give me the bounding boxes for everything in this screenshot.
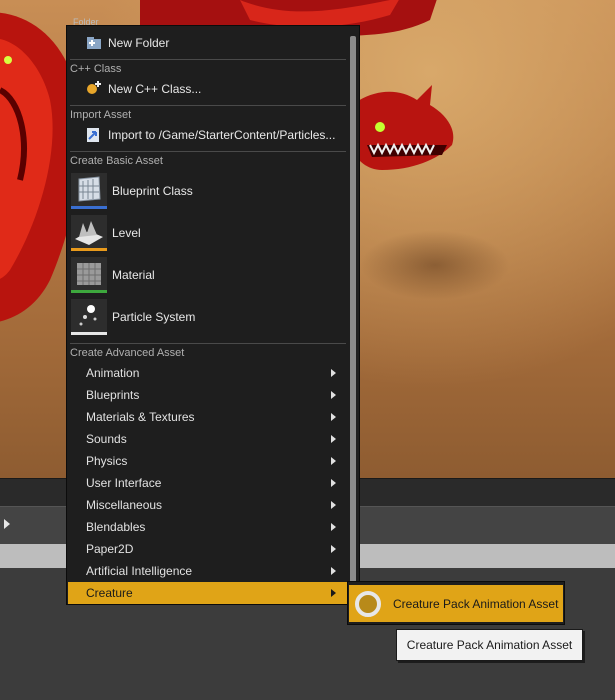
menu-scrollbar[interactable] [350, 36, 356, 592]
import-to-item[interactable]: Import to /Game/StarterContent/Particles… [85, 125, 335, 145]
new-folder-item[interactable]: New Folder [85, 33, 169, 53]
creature-pack-animation-asset-label: Creature Pack Animation Asset [393, 596, 559, 611]
divider [70, 105, 346, 106]
submenu-artificial-intelligence[interactable]: Artificial Intelligence [68, 560, 350, 582]
ground-shadow [360, 230, 510, 300]
tooltip-text: Creature Pack Animation Asset [406, 638, 573, 652]
create-advanced-asset-header: Create Advanced Asset [70, 347, 185, 359]
chevron-right-icon [331, 435, 336, 443]
submenu-creature[interactable]: Creature [68, 582, 350, 604]
chevron-right-icon [331, 369, 336, 377]
dragon-right-graphic [352, 85, 454, 170]
chevron-right-icon [331, 501, 336, 509]
submenu-label: Creature [86, 586, 133, 600]
creature-submenu: Creature Pack Animation Asset [347, 581, 565, 625]
material-label: Material [112, 268, 155, 282]
folder-plus-icon [85, 35, 103, 51]
submenu-label: Blueprints [86, 388, 140, 402]
blueprint-class-icon [71, 173, 107, 209]
creature-ring-icon [355, 590, 381, 617]
chevron-right-icon [331, 457, 336, 465]
import-icon [85, 127, 103, 143]
level-icon [71, 215, 107, 251]
submenu-label: Physics [86, 454, 128, 468]
import-asset-header: Import Asset [70, 109, 132, 121]
submenu-materials-textures[interactable]: Materials & Textures [68, 406, 350, 428]
submenu-animation[interactable]: Animation [68, 362, 350, 384]
play-arrow-icon[interactable] [4, 519, 10, 529]
divider [70, 59, 346, 60]
new-cpp-class-item[interactable]: New C++ Class... [85, 79, 201, 99]
particle-system-icon [71, 299, 107, 335]
chevron-right-icon [331, 479, 336, 487]
cpp-class-header: C++ Class [70, 63, 122, 75]
submenu-label: Materials & Textures [86, 410, 195, 424]
submenu-blueprints[interactable]: Blueprints [68, 384, 350, 406]
blueprint-class-item[interactable]: Blueprint Class [71, 172, 349, 210]
submenu-label: Artificial Intelligence [86, 564, 193, 578]
submenu-blendables[interactable]: Blendables [68, 516, 350, 538]
submenu-label: Paper2D [86, 542, 134, 556]
chevron-right-icon [331, 413, 336, 421]
divider [70, 151, 346, 152]
level-item[interactable]: Level [71, 214, 349, 252]
submenu-paper2d[interactable]: Paper2D [68, 538, 350, 560]
particle-system-label: Particle System [112, 310, 196, 324]
chevron-right-icon [331, 523, 336, 531]
chevron-right-icon [331, 567, 336, 575]
submenu-miscellaneous[interactable]: Miscellaneous [68, 494, 350, 516]
new-cpp-class-label: New C++ Class... [108, 82, 202, 96]
level-label: Level [112, 226, 141, 240]
import-to-label: Import to /Game/StarterContent/Particles… [108, 128, 336, 142]
submenu-physics[interactable]: Physics [68, 450, 350, 472]
submenu-label: Sounds [86, 432, 127, 446]
create-basic-asset-header: Create Basic Asset [70, 155, 163, 167]
submenu-sounds[interactable]: Sounds [68, 428, 350, 450]
material-icon [71, 257, 107, 293]
cpp-class-icon [85, 81, 103, 97]
chevron-right-icon [331, 589, 336, 597]
add-new-context-menu: Folder New Folder C++ Class New C++ Clas… [66, 17, 360, 605]
material-item[interactable]: Material [71, 256, 349, 294]
blueprint-class-label: Blueprint Class [112, 184, 193, 198]
divider [70, 343, 346, 344]
particle-system-item[interactable]: Particle System [71, 298, 349, 336]
submenu-label: User Interface [86, 476, 162, 490]
submenu-user-interface[interactable]: User Interface [68, 472, 350, 494]
submenu-label: Animation [86, 366, 140, 380]
creature-pack-animation-asset-item[interactable]: Creature Pack Animation Asset [349, 585, 563, 622]
submenu-label: Miscellaneous [86, 498, 163, 512]
menu-peek-label: Folder [73, 17, 99, 27]
submenu-label: Blendables [86, 520, 146, 534]
chevron-right-icon [331, 545, 336, 553]
chevron-right-icon [331, 391, 336, 399]
tooltip: Creature Pack Animation Asset [396, 629, 583, 661]
new-folder-label: New Folder [108, 36, 170, 50]
